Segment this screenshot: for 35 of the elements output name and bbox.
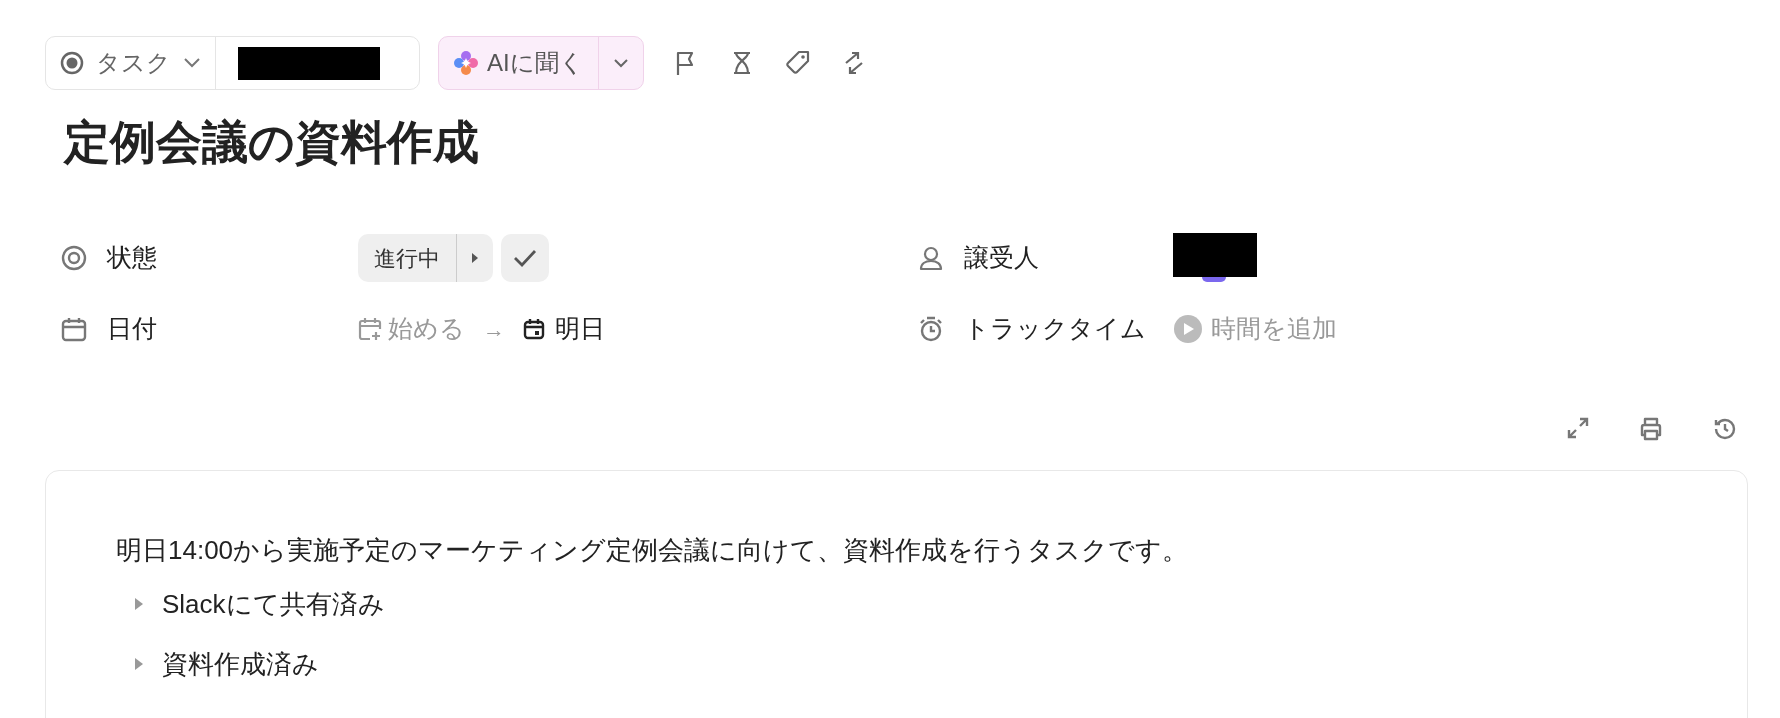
calendar-icon xyxy=(523,318,545,340)
arrow-text: → xyxy=(483,315,505,344)
complete-button[interactable] xyxy=(501,234,549,282)
play-icon xyxy=(1173,314,1203,344)
ask-ai-button[interactable]: AIに聞く xyxy=(439,37,598,89)
task-type-dropdown[interactable]: タスク xyxy=(46,37,216,89)
toggle-arrow-icon[interactable] xyxy=(134,657,144,671)
due-date-button[interactable]: 明日 xyxy=(523,310,605,348)
play-triangle-icon xyxy=(471,252,479,264)
property-label: トラックタイム xyxy=(964,313,1146,345)
expand-icon[interactable] xyxy=(1566,416,1590,440)
check-icon xyxy=(513,249,537,267)
calendar-plus-icon xyxy=(358,317,382,341)
radio-icon xyxy=(60,51,84,75)
tag-icon[interactable] xyxy=(783,49,812,77)
chevron-down-icon xyxy=(183,57,201,69)
target-icon xyxy=(61,245,87,271)
person-icon xyxy=(918,245,944,271)
toggle-text: 資料作成済み xyxy=(162,648,319,681)
sparkle-icon xyxy=(453,50,479,76)
chevron-down-icon xyxy=(612,58,629,68)
status-button[interactable]: 進行中 xyxy=(358,234,456,282)
avatar[interactable] xyxy=(1202,277,1226,282)
calendar-icon xyxy=(61,316,87,342)
property-label: 状態 xyxy=(107,242,157,274)
toggle-text: Slackにて共有済み xyxy=(162,588,385,621)
task-title[interactable]: 定例会議の資料作成 xyxy=(64,112,1748,172)
task-id-field[interactable]: タスク xyxy=(45,36,420,90)
history-icon[interactable] xyxy=(1712,416,1738,442)
print-icon[interactable] xyxy=(1638,416,1664,442)
property-label: 日付 xyxy=(107,313,157,345)
property-label: 譲受人 xyxy=(964,242,1039,274)
toggle-arrow-icon[interactable] xyxy=(134,597,144,611)
description-text[interactable]: 明日14:00から実施予定のマーケティング定例会議に向けて、資料作成を行うタスクです。 xyxy=(116,532,1747,568)
stopwatch-icon xyxy=(918,316,944,342)
